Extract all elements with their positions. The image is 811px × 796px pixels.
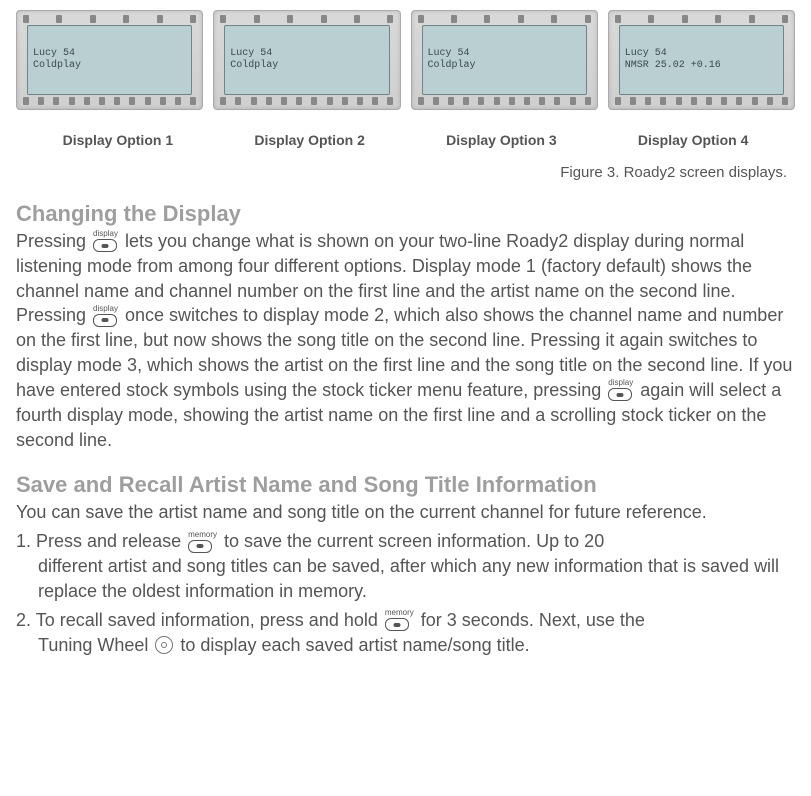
screen-line2: Coldplay: [33, 60, 186, 73]
body-changing-display: Pressing display lets you change what is…: [16, 229, 795, 452]
heading-save-recall: Save and Recall Artist Name and Song Tit…: [16, 472, 795, 498]
screen-line2: Coldplay: [428, 60, 581, 73]
figure-caption: Figure 3. Roady2 screen displays.: [16, 164, 787, 181]
screen-line1: Lucy 54: [33, 48, 186, 61]
step-1: 1. Press and release memory to save the …: [16, 529, 795, 603]
manual-page: Lucy 54 Coldplay Lucy 54 Coldplay Lucy 5…: [0, 0, 811, 697]
display-button-icon: display: [93, 230, 118, 252]
screen-line1: Lucy 54: [230, 48, 383, 61]
device-display-3: Lucy 54 Coldplay: [411, 10, 598, 110]
section-changing-display: Changing the Display Pressing display le…: [16, 201, 795, 452]
screen-line2: Coldplay: [230, 60, 383, 73]
screen-line1: Lucy 54: [428, 48, 581, 61]
display-button-icon: display: [608, 379, 633, 401]
tuning-wheel-icon: [155, 636, 173, 654]
device-display-4: Lucy 54 NMSR 25.02 +0.16: [608, 10, 795, 110]
section-save-recall: Save and Recall Artist Name and Song Tit…: [16, 472, 795, 657]
caption-3: Display Option 3: [406, 132, 598, 148]
device-screen-4: Lucy 54 NMSR 25.02 +0.16: [619, 25, 784, 95]
screen-line2: NMSR 25.02 +0.16: [625, 60, 778, 73]
device-screen-2: Lucy 54 Coldplay: [224, 25, 389, 95]
caption-1: Display Option 1: [22, 132, 214, 148]
screen-line1: Lucy 54: [625, 48, 778, 61]
step-2: 2. To recall saved information, press an…: [16, 608, 795, 658]
device-display-1: Lucy 54 Coldplay: [16, 10, 203, 110]
device-display-2: Lucy 54 Coldplay: [213, 10, 400, 110]
caption-4: Display Option 4: [597, 132, 789, 148]
heading-changing-display: Changing the Display: [16, 201, 795, 227]
steps-list: 1. Press and release memory to save the …: [16, 529, 795, 657]
memory-button-icon: memory: [385, 609, 414, 631]
display-button-icon: display: [93, 305, 118, 327]
memory-button-icon: memory: [188, 531, 217, 553]
caption-2: Display Option 2: [214, 132, 406, 148]
display-captions-row: Display Option 1 Display Option 2 Displa…: [22, 132, 789, 148]
device-screen-1: Lucy 54 Coldplay: [27, 25, 192, 95]
device-displays-row: Lucy 54 Coldplay Lucy 54 Coldplay Lucy 5…: [16, 10, 795, 110]
device-screen-3: Lucy 54 Coldplay: [422, 25, 587, 95]
intro-save-recall: You can save the artist name and song ti…: [16, 500, 795, 525]
